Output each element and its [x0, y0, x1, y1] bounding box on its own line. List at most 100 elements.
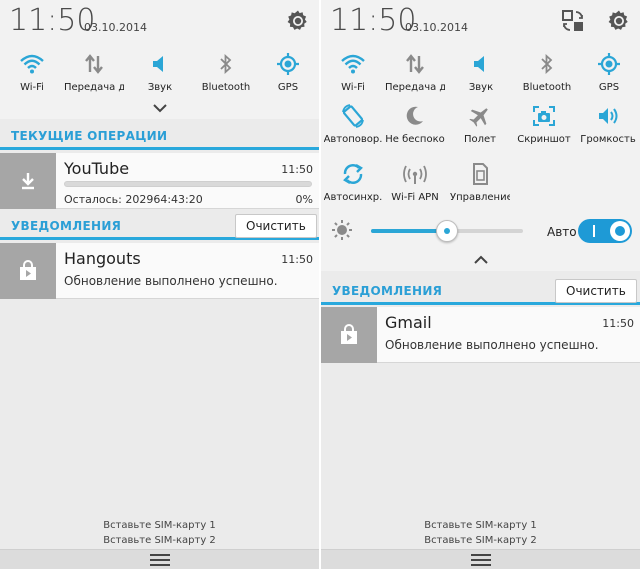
chevron-down-icon	[152, 104, 167, 113]
gps-icon	[596, 52, 622, 76]
brightness-slider[interactable]	[371, 220, 523, 242]
moon-icon	[402, 104, 428, 128]
sim-message: Вставьте SIM-карту 1	[103, 520, 216, 531]
qs-tile-sound[interactable]: Звук	[134, 45, 186, 97]
notification-item[interactable]: Gmail 11:50 Обновление выполнено успешно…	[321, 307, 640, 363]
toggle-on-mark	[593, 225, 595, 237]
qs-tile-gps[interactable]: GPS	[583, 45, 635, 97]
section-title: УВЕДОМЛЕНИЯ	[11, 219, 122, 233]
sim-message: Вставьте SIM-карту 1	[424, 520, 537, 531]
qs-tile-do-not-disturb[interactable]: Не беспоко	[385, 97, 445, 155]
data-transfer-icon	[81, 52, 107, 76]
qs-label: GPS	[277, 82, 299, 93]
date: 03.10.2014	[405, 21, 468, 34]
settings-gear-icon[interactable]	[607, 9, 631, 33]
quick-settings-row-3: Автосинхр. Wi-Fi APN Управление	[321, 155, 640, 211]
qs-tile-wifi[interactable]: Wi-Fi	[6, 45, 58, 97]
notification-time: 11:50	[281, 253, 313, 266]
notification-text: Обновление выполнено успешно.	[64, 274, 278, 288]
gps-icon	[275, 52, 301, 76]
qs-tile-screenshot[interactable]: Скриншот	[515, 97, 573, 155]
volume-icon	[595, 104, 621, 128]
toggle-knob	[610, 221, 630, 241]
sound-icon	[468, 52, 494, 76]
wifi-icon	[19, 52, 45, 76]
auto-brightness-toggle[interactable]	[578, 219, 632, 243]
qs-label: Управление	[450, 192, 510, 203]
menu-icon	[148, 553, 172, 567]
app-icon-box	[0, 153, 56, 209]
qs-label: Передача д	[64, 82, 124, 93]
qs-label: Wi-Fi	[20, 82, 44, 93]
sync-icon	[340, 162, 366, 186]
qs-label: Bluetooth	[522, 82, 572, 93]
chevron-up-icon	[473, 255, 488, 264]
notification-time: 11:50	[602, 317, 634, 330]
drag-handle[interactable]	[0, 549, 319, 569]
qs-tile-bluetooth[interactable]: Bluetooth	[196, 45, 256, 97]
qs-label: Не беспоко	[385, 134, 445, 145]
wifi-apn-icon	[402, 162, 428, 186]
download-progress-bar	[64, 181, 312, 187]
notification-item[interactable]: Hangouts 11:50 Обновление выполнено успе…	[0, 243, 319, 299]
app-icon-box	[0, 243, 56, 299]
section-title: ТЕКУЩИЕ ОПЕРАЦИИ	[11, 129, 168, 143]
sim-management-icon	[467, 162, 493, 186]
date: 03.10.2014	[84, 21, 147, 34]
qs-tile-data-transfer[interactable]: Передача д	[385, 45, 445, 97]
ongoing-section-header: ТЕКУЩИЕ ОПЕРАЦИИ	[0, 122, 319, 150]
drag-handle[interactable]	[321, 549, 640, 569]
auto-brightness-label: Авто	[547, 225, 577, 239]
qs-tile-bluetooth[interactable]: Bluetooth	[517, 45, 577, 97]
qs-label: Звук	[468, 82, 494, 93]
app-icon-box	[321, 307, 377, 363]
switch-view-icon[interactable]	[561, 9, 585, 33]
qs-tile-data-transfer[interactable]: Передача д	[64, 45, 124, 97]
sound-icon	[147, 52, 173, 76]
clear-button[interactable]: Очистить	[555, 279, 637, 303]
status-header: 11:50 03.10.2014	[321, 0, 640, 45]
auto-rotate-icon	[340, 104, 366, 128]
brightness-slider-knob[interactable]	[436, 220, 458, 242]
collapse-toggle[interactable]	[321, 249, 640, 271]
notification-title: Gmail	[385, 313, 432, 332]
quick-settings-row-1: Wi-Fi Передача д Звук Bluetooth GPS	[321, 45, 640, 97]
expand-toggle[interactable]	[0, 97, 319, 119]
qs-tile-gps[interactable]: GPS	[262, 45, 314, 97]
settings-gear-icon[interactable]	[286, 9, 310, 33]
qs-tile-auto-sync[interactable]: Автосинхр.	[322, 155, 384, 211]
qs-tile-sim-management[interactable]: Управление	[449, 155, 511, 211]
notification-text: Обновление выполнено успешно.	[385, 338, 599, 352]
qs-label: Wi-Fi	[341, 82, 365, 93]
airplane-icon	[467, 104, 493, 128]
qs-tile-wifi[interactable]: Wi-Fi	[327, 45, 379, 97]
qs-tile-auto-rotate[interactable]: Автоповор.	[322, 97, 384, 155]
download-notification[interactable]: YouTube 11:50 Осталось: 202964:43:20 0%	[0, 153, 319, 209]
notification-time: 11:50	[281, 163, 313, 176]
qs-tile-sound[interactable]: Звук	[455, 45, 507, 97]
notification-title: YouTube	[64, 159, 130, 178]
quick-settings-row-2: Автоповор. Не беспоко Полет Скриншот Гро…	[321, 97, 640, 155]
brightness-row: Авто	[321, 211, 640, 249]
clear-button[interactable]: Очистить	[235, 214, 317, 238]
download-icon	[16, 169, 40, 193]
bluetooth-icon	[534, 52, 560, 76]
right-notification-panel: 11:50 03.10.2014 Wi-Fi Передача д Звук B…	[321, 0, 640, 569]
section-title: УВЕДОМЛЕНИЯ	[332, 284, 443, 298]
clock: 11:50	[330, 3, 417, 38]
qs-label: Звук	[147, 82, 173, 93]
brightness-icon	[332, 220, 352, 240]
play-store-icon	[337, 323, 361, 347]
qs-tile-volume[interactable]: Громкость	[577, 97, 639, 155]
qs-label: Громкость	[580, 134, 636, 145]
qs-label: GPS	[598, 82, 620, 93]
download-remaining: Осталось: 202964:43:20	[64, 193, 203, 206]
qs-tile-wifi-apn[interactable]: Wi-Fi APN	[385, 155, 445, 211]
play-store-icon	[16, 259, 40, 283]
left-notification-panel: 11:50 03.10.2014 Wi-Fi Передача д Звук B…	[0, 0, 319, 569]
qs-label: Автоповор.	[323, 134, 383, 145]
data-transfer-icon	[402, 52, 428, 76]
qs-tile-airplane[interactable]: Полет	[451, 97, 509, 155]
notifications-section-header: УВЕДОМЛЕНИЯ Очистить	[321, 277, 640, 305]
qs-label: Скриншот	[517, 134, 571, 145]
